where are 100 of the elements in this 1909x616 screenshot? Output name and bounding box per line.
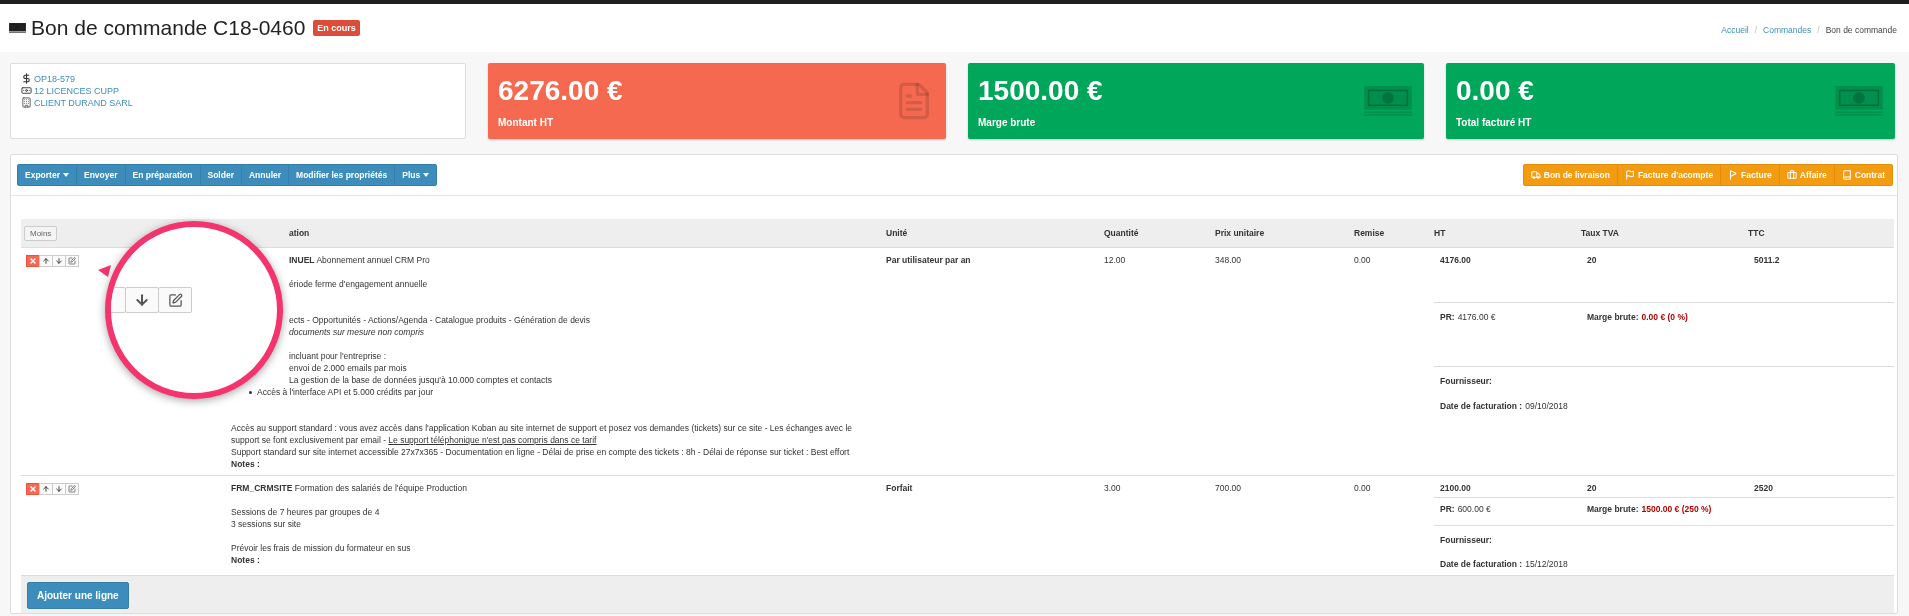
caret-icon bbox=[62, 173, 69, 177]
arrow-down-icon bbox=[55, 257, 63, 265]
stat-label: Marge brute bbox=[978, 116, 1037, 128]
ht-cell-text: 2100.00 bbox=[1440, 482, 1472, 494]
pointer-icon bbox=[98, 265, 111, 277]
edit-icon bbox=[68, 485, 76, 493]
delete-button[interactable] bbox=[26, 255, 40, 267]
toolbar-button[interactable]: Exporter bbox=[17, 164, 77, 186]
briefcase-icon bbox=[1786, 170, 1797, 180]
close-icon bbox=[29, 485, 37, 493]
banknote-icon bbox=[1364, 86, 1412, 116]
notes-label: Notes : bbox=[231, 458, 261, 470]
less-button[interactable]: Moins bbox=[24, 225, 58, 241]
toolbar-button[interactable]: Contrat bbox=[1833, 164, 1893, 186]
breadcrumb-link[interactable]: Commandes bbox=[1763, 25, 1812, 35]
column-header: Taux TVA bbox=[1581, 228, 1620, 238]
billing-date-label: Date de facturation : bbox=[1440, 558, 1523, 570]
move-up-button[interactable] bbox=[39, 483, 53, 495]
edit-icon bbox=[68, 257, 76, 265]
description-line: 3 sessions sur site bbox=[231, 518, 302, 530]
unit-cell-text: Par utilisateur par an bbox=[886, 254, 972, 266]
move-down-button[interactable] bbox=[52, 255, 66, 267]
info-link[interactable]: OP18-579 bbox=[34, 73, 76, 84]
description-line: envoi de 2.000 emails par mois bbox=[288, 362, 408, 374]
info-link[interactable]: CLIENT DURAND SARL bbox=[34, 97, 133, 108]
vat-cell-text: 20 bbox=[1587, 254, 1598, 266]
breadcrumb-current: Bon de commande bbox=[1825, 25, 1897, 35]
discount-cell-text: 0.00 bbox=[1354, 482, 1372, 494]
move-down-button[interactable] bbox=[52, 483, 66, 495]
edit-button[interactable] bbox=[65, 255, 79, 267]
margin-value: 1500.00 € (250 %) bbox=[1641, 503, 1712, 515]
edit-button[interactable] bbox=[65, 483, 79, 495]
add-line-button[interactable]: Ajouter une ligne bbox=[27, 582, 129, 609]
toolbar-button[interactable]: Facture bbox=[1720, 164, 1780, 186]
column-header: Quantité bbox=[1104, 228, 1140, 238]
pr-value: 4176.00 € bbox=[1457, 311, 1496, 323]
breadcrumb-link[interactable]: Accueil bbox=[1721, 25, 1749, 35]
toolbar-button[interactable]: Plus bbox=[394, 164, 438, 186]
description-line: La gestion de la base de données jusqu'à 10.000 comptes et contacts bbox=[288, 374, 553, 386]
toolbar-button[interactable]: Solder bbox=[199, 164, 242, 186]
supplier-label: Fournisseur: bbox=[1440, 534, 1493, 546]
description-line: ériode ferme d'engagement annuelle bbox=[288, 278, 429, 290]
arrow-down-icon bbox=[55, 485, 63, 493]
billing-date-value: 09/10/2018 bbox=[1525, 400, 1568, 412]
description-line: ects - Opportunités - Actions/Agenda - Catalogue produits - Génération de devis bbox=[288, 314, 591, 326]
ttc-cell-text: 5011.2 bbox=[1754, 254, 1781, 266]
stat-value: 1500.00 € bbox=[978, 74, 1103, 107]
column-header: Remise bbox=[1354, 228, 1386, 238]
edit-icon bbox=[167, 292, 183, 308]
toolbar-button[interactable]: Annuler bbox=[240, 164, 290, 186]
description-line: Prévoir les frais de mission du formateur en sus bbox=[231, 542, 412, 554]
column-header: HT bbox=[1434, 228, 1447, 238]
stat-label: Total facturé HT bbox=[1456, 116, 1533, 128]
description-line: Support standard sur site internet accessible 27x7x365 - Documentation en ligne - Délai de prise en compte des tickets : 8h - Délai de réponse sur ticket : Best effort bbox=[231, 446, 851, 458]
notes-label: Notes : bbox=[231, 554, 261, 566]
toolbar-button[interactable]: En préparation bbox=[124, 164, 201, 186]
column-header: Prix unitaire bbox=[1215, 228, 1266, 238]
column-header: TTC bbox=[1748, 228, 1766, 238]
toolbar-button[interactable]: Bon de livraison bbox=[1522, 164, 1618, 186]
page-title: Bon de commande C18-0460 bbox=[31, 16, 306, 40]
info-link[interactable]: 12 LICENCES CUPP bbox=[34, 85, 120, 96]
unit-cell-text: Forfait bbox=[886, 482, 914, 494]
pr-label: PR: bbox=[1440, 311, 1455, 323]
move-up-button[interactable] bbox=[39, 255, 53, 267]
item-title: FRM_CRMSITE Formation des salariés de l'équipe Production bbox=[231, 482, 468, 494]
description-paragraph: Accès au support standard : vous avez accès dans l'application Koban au site internet de support et posez vos demandes (tickets) sur ce site - Les échanges avec le support se font exclusivement par email - Le support téléphonique n'est pas compris dans ce tarif bbox=[231, 422, 854, 446]
quantity-cell-text: 12.00 bbox=[1104, 254, 1127, 266]
toolbar-button[interactable]: Modifier les propriétés bbox=[288, 164, 396, 186]
toolbar-button[interactable]: Envoyer bbox=[75, 164, 126, 186]
margin-label: Marge brute: bbox=[1587, 503, 1639, 515]
book-icon bbox=[1841, 170, 1852, 180]
stat-value: 6276.00 € bbox=[498, 74, 623, 107]
stat-value: 0.00 € bbox=[1456, 74, 1534, 107]
description-link[interactable]: Le support téléphonique n'est pas compris dans ce tarif bbox=[388, 435, 597, 445]
toolbar-button[interactable]: Facture d'acompte bbox=[1616, 164, 1722, 186]
banknote-icon bbox=[21, 85, 32, 96]
description-line: documents sur mesure non compris bbox=[288, 326, 426, 338]
flag-icon bbox=[1624, 170, 1635, 180]
description-line: Accès à l'interface API et 5.000 crédits par jour bbox=[257, 386, 433, 398]
unit-price-cell-text: 700.00 bbox=[1215, 482, 1242, 494]
quantity-cell-text: 3.00 bbox=[1104, 482, 1122, 494]
delete-button[interactable] bbox=[26, 483, 40, 495]
close-icon bbox=[29, 257, 37, 265]
stat-label: Montant HT bbox=[498, 116, 554, 128]
ht-cell-text: 4176.00 bbox=[1440, 254, 1472, 266]
banknote-icon bbox=[9, 22, 26, 34]
pr-label: PR: bbox=[1440, 503, 1455, 515]
item-title: INUEL Abonnement annuel CRM Pro bbox=[288, 254, 431, 266]
ttc-cell-text: 2520 bbox=[1754, 482, 1774, 494]
billing-date-value: 15/12/2018 bbox=[1525, 558, 1568, 570]
margin-value: 0.00 € (0 %) bbox=[1641, 311, 1688, 323]
margin-label: Marge brute: bbox=[1587, 311, 1639, 323]
toolbar-button[interactable]: Affaire bbox=[1778, 164, 1835, 186]
caret-icon bbox=[423, 173, 430, 177]
pr-value: 600.00 € bbox=[1457, 503, 1491, 515]
description-line: Sessions de 7 heures par groupes de 4 bbox=[231, 506, 381, 518]
arrow-down-icon bbox=[134, 292, 150, 308]
banknote-icon bbox=[1835, 86, 1883, 116]
breadcrumb-separator: / bbox=[1817, 25, 1820, 35]
discount-cell-text: 0.00 bbox=[1354, 254, 1372, 266]
